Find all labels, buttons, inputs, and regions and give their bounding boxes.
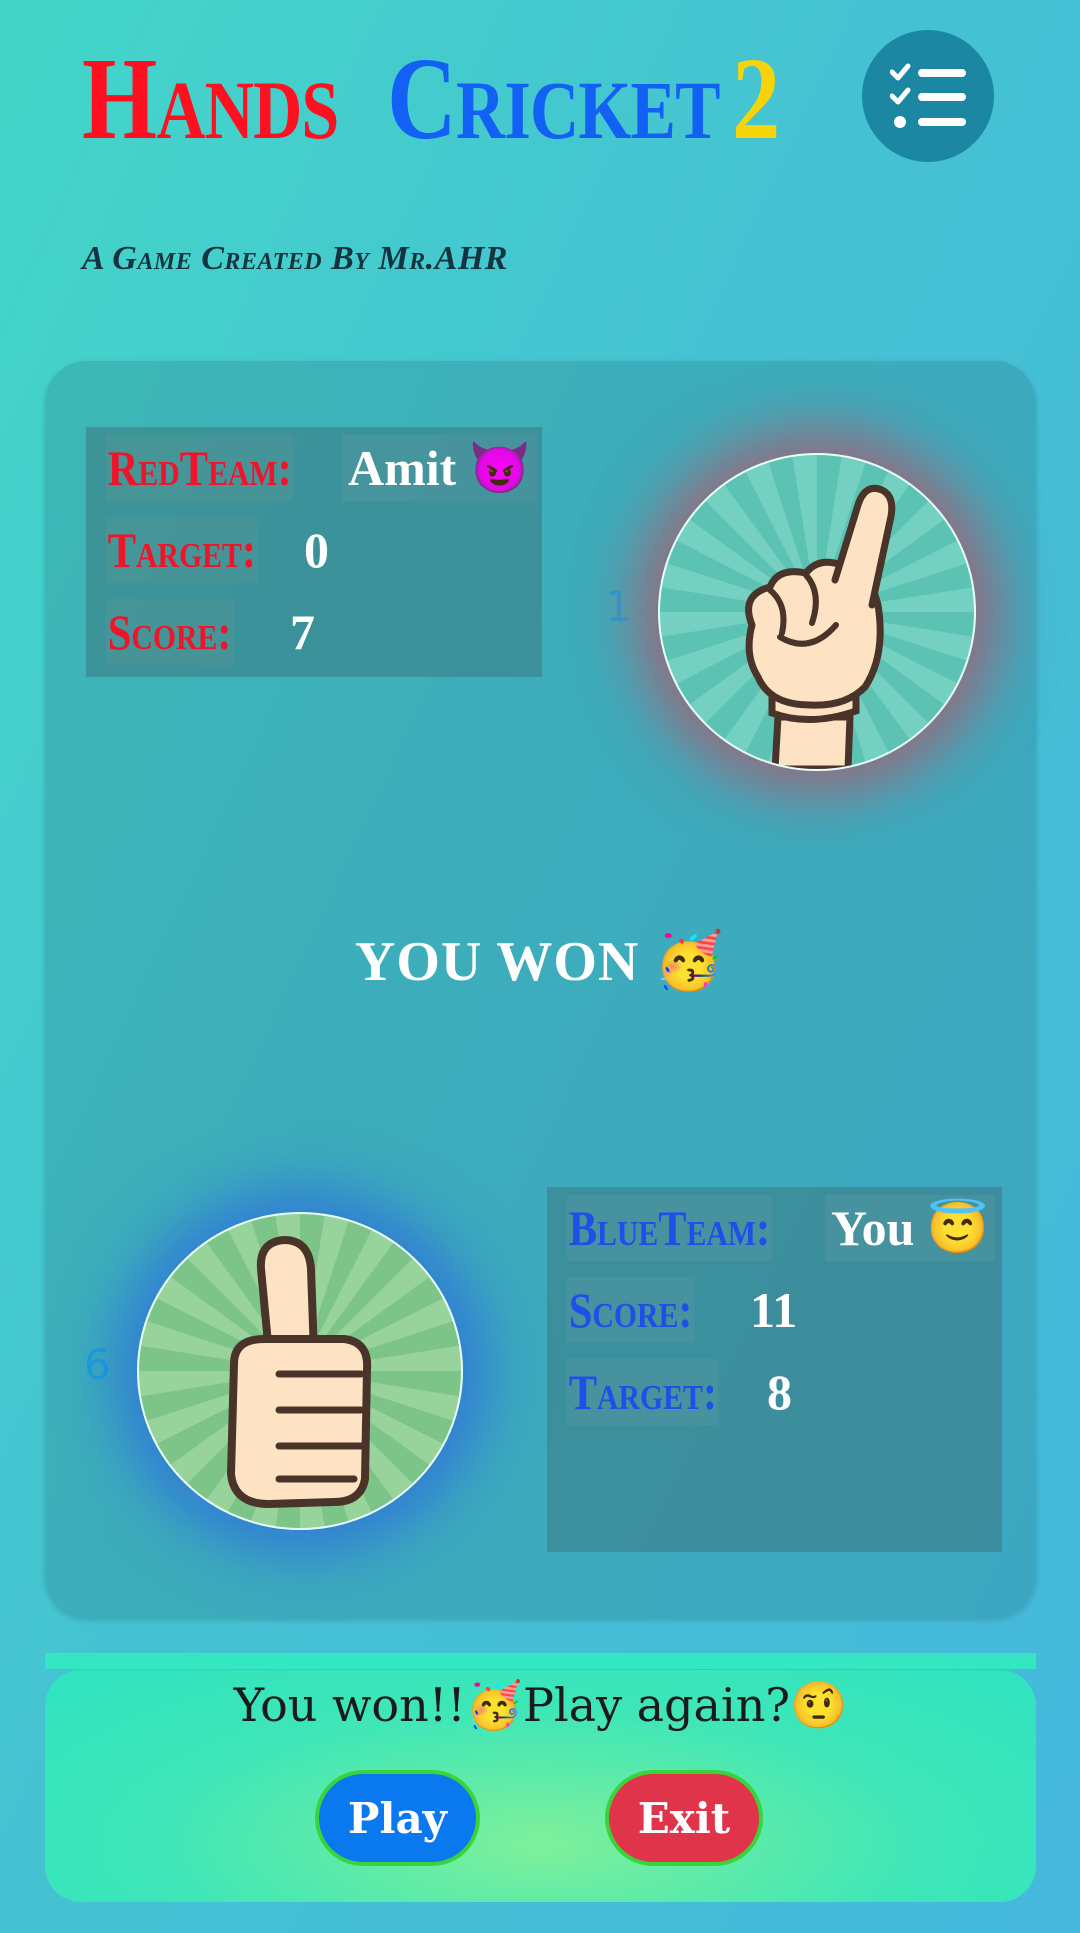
blue-score-label: Score: (567, 1277, 695, 1343)
red-team-player: Amit 😈 (342, 435, 538, 501)
red-score-label: Score: (106, 599, 234, 665)
blue-score-value: 11 (750, 1282, 798, 1338)
thumbs-up-hand-icon (227, 1236, 372, 1508)
blue-hand-number: 6 (84, 1340, 111, 1389)
blue-team-panel: BlueTeam: You 😇 Score: 11 Target: 8 (547, 1187, 1002, 1552)
footer-divider (45, 1653, 1036, 1669)
title-word-2: 2 (732, 33, 780, 164)
blue-team-player: You 😇 (825, 1195, 996, 1261)
footer-panel: You won!!🥳Play again?🤨 Play Exit (45, 1670, 1036, 1902)
red-target-label: Target: (106, 517, 258, 583)
one-finger-hand-icon (745, 484, 896, 769)
menu-button[interactable] (862, 30, 994, 162)
blue-target-label: Target: (567, 1359, 719, 1425)
play-button[interactable]: Play (315, 1770, 480, 1866)
subtitle: A Game Created By Mr.AHR (82, 240, 508, 277)
blue-target-value: 8 (767, 1364, 792, 1420)
game-title: Hands Cricket 2 (82, 33, 780, 164)
red-team-panel: RedTeam: Amit 😈 Target: 0 Score: 7 (86, 427, 542, 677)
exit-button[interactable]: Exit (605, 1770, 763, 1866)
red-hand-display (658, 453, 976, 771)
red-hand-number: 1 (605, 582, 632, 631)
title-word-cricket: Cricket (387, 33, 720, 164)
checklist-icon (890, 63, 966, 128)
title-word-hands: Hands (82, 33, 339, 164)
play-again-message: You won!!🥳Play again?🤨 (233, 1678, 848, 1732)
blue-hand-display (137, 1212, 463, 1530)
red-target-value: 0 (304, 522, 329, 578)
blue-team-label: BlueTeam: (567, 1195, 772, 1261)
red-score-value: 7 (290, 604, 315, 660)
red-team-label: RedTeam: (106, 435, 294, 501)
result-banner: YOU WON 🥳 (354, 931, 726, 993)
